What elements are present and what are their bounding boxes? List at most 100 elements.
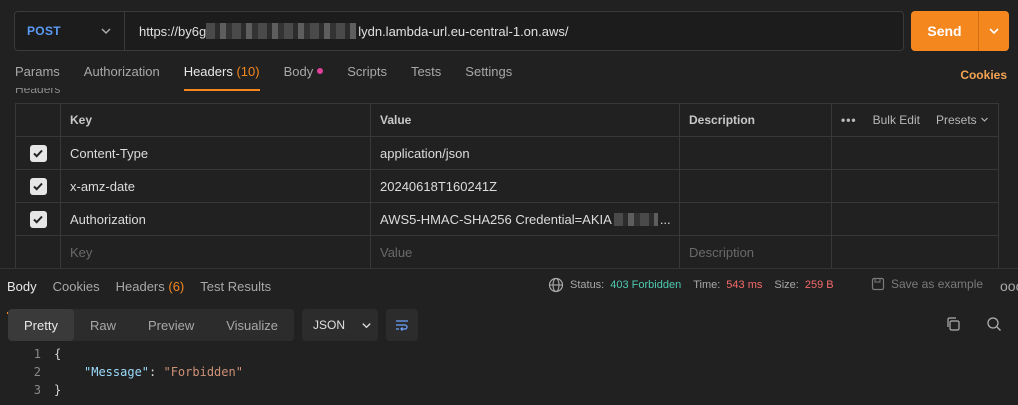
status-label: Status: — [570, 279, 605, 291]
request-tabs: Params Authorization Headers (10) Body S… — [15, 64, 512, 91]
code-text: } — [54, 383, 62, 397]
code-line: 2 "Message": "Forbidden" — [0, 363, 1018, 381]
json-key: "Message" — [84, 365, 150, 379]
bulk-edit-button[interactable]: Bulk Edit — [873, 113, 920, 127]
modified-dot — [317, 68, 324, 74]
key-cell[interactable]: Authorization — [60, 203, 370, 235]
format-label: JSON — [313, 318, 346, 332]
key-cell[interactable]: Content-Type — [60, 137, 370, 169]
row-check-cell — [15, 170, 60, 202]
tab-body-label: Body — [283, 64, 314, 79]
status-value[interactable]: 403 Forbidden — [610, 279, 681, 291]
time-value[interactable]: 543 ms — [726, 279, 762, 291]
response-tab-body[interactable]: Body — [7, 279, 37, 314]
response-tabs: Body Cookies Headers (6) Test Results — [7, 279, 271, 314]
response-tab-test-results[interactable]: Test Results — [200, 279, 271, 303]
globe-icon[interactable] — [548, 277, 564, 293]
header-check-cell — [15, 104, 60, 136]
url-redacted — [206, 23, 358, 39]
response-view-bar: Pretty Raw Preview Visualize JSON — [8, 309, 419, 341]
send-options-button[interactable] — [979, 25, 1009, 37]
check-icon — [33, 149, 43, 158]
table-row: Authorization AWS5-HMAC-SHA256 Credentia… — [15, 203, 999, 236]
value-text: AWS5-HMAC-SHA256 Credential=AKIA — [380, 211, 612, 227]
new-value-input[interactable]: Value — [370, 236, 679, 268]
value-ellipsis: ... — [659, 211, 671, 227]
view-visualize[interactable]: Visualize — [210, 309, 294, 341]
more-options-icon[interactable]: ••• — [841, 113, 857, 127]
row-checkbox[interactable] — [29, 210, 47, 228]
tab-settings[interactable]: Settings — [465, 64, 512, 88]
tab-headers-label: Headers — [183, 64, 233, 79]
code-line: 3 } — [0, 381, 1018, 399]
column-value: Value — [370, 104, 679, 136]
column-key: Key — [60, 104, 370, 136]
method-select[interactable]: POST — [15, 12, 125, 50]
tab-tests[interactable]: Tests — [411, 64, 441, 88]
search-icon[interactable] — [986, 316, 1002, 335]
description-cell[interactable] — [679, 203, 831, 235]
wrap-lines-icon — [396, 320, 409, 331]
table-row-new: Key Value Description — [15, 236, 999, 269]
chevron-down-icon — [100, 25, 112, 37]
row-action-cell — [831, 203, 999, 235]
value-cell[interactable]: AWS5-HMAC-SHA256 Credential=AKIA... — [370, 203, 679, 235]
row-check-cell — [15, 137, 60, 169]
method-label: POST — [27, 24, 61, 38]
check-icon — [33, 215, 43, 224]
table-row: x-amz-date 20240618T160241Z — [15, 170, 999, 203]
size-label: Size: — [774, 279, 799, 291]
table-header-row: Key Value Description ••• Bulk Edit Pres… — [15, 104, 999, 137]
view-preview[interactable]: Preview — [132, 309, 210, 341]
chevron-down-icon — [362, 322, 371, 328]
copy-icon[interactable] — [945, 316, 961, 335]
time-label: Time: — [693, 279, 721, 291]
view-pretty[interactable]: Pretty — [8, 309, 74, 341]
row-check-cell — [15, 236, 60, 268]
url-input[interactable]: https://by6g lydn.lambda-url.eu-central-1… — [125, 23, 569, 39]
headers-section-text: Headers — [15, 88, 61, 96]
view-raw[interactable]: Raw — [74, 309, 132, 341]
save-as-example-label: Save as example — [891, 277, 984, 291]
value-cell[interactable]: 20240618T160241Z — [370, 170, 679, 202]
response-tab-headers[interactable]: Headers (6) — [116, 279, 185, 303]
row-action-cell — [831, 137, 999, 169]
send-button[interactable]: Send — [911, 23, 978, 39]
tab-body[interactable]: Body — [284, 64, 324, 88]
tab-authorization[interactable]: Authorization — [84, 64, 160, 88]
presets-button[interactable]: Presets — [936, 113, 989, 127]
line-number: 1 — [33, 347, 41, 361]
response-headers-count: (6) — [168, 279, 185, 294]
save-icon — [871, 277, 885, 291]
row-action-cell — [831, 170, 999, 202]
key-cell[interactable]: x-amz-date — [60, 170, 370, 202]
tab-scripts[interactable]: Scripts — [347, 64, 387, 88]
new-key-input[interactable]: Key — [60, 236, 370, 268]
row-action-cell — [831, 236, 999, 268]
tab-params[interactable]: Params — [15, 64, 60, 88]
row-checkbox[interactable] — [29, 177, 47, 195]
cookies-link[interactable]: Cookies — [960, 68, 1007, 82]
wrap-lines-button[interactable] — [386, 309, 419, 341]
description-cell[interactable] — [679, 170, 831, 202]
format-select[interactable]: JSON — [302, 309, 379, 341]
url-prefix: https://by6g — [139, 24, 207, 39]
size-value[interactable]: 259 B — [805, 279, 834, 291]
response-header: Body Cookies Headers (6) Test Results St… — [0, 268, 1018, 314]
value-cell[interactable]: application/json — [370, 137, 679, 169]
new-description-input[interactable]: Description — [679, 236, 831, 268]
code-line: 1 { — [0, 345, 1018, 363]
description-cell[interactable] — [679, 137, 831, 169]
json-value: "Forbidden" — [163, 365, 243, 379]
more-options-icon[interactable]: ooo — [1000, 278, 1018, 294]
save-as-example-button[interactable]: Save as example — [871, 277, 983, 291]
headers-table: Key Value Description ••• Bulk Edit Pres… — [15, 103, 999, 269]
send-button-group: Send — [911, 11, 1009, 51]
headers-section-label: Headers — [15, 88, 155, 96]
response-body-code: 1 { 2 "Message": "Forbidden" 3 } — [0, 345, 1018, 399]
row-check-cell — [15, 203, 60, 235]
response-tab-cookies[interactable]: Cookies — [53, 279, 100, 303]
tab-headers[interactable]: Headers (10) — [183, 64, 260, 91]
row-checkbox[interactable] — [29, 144, 47, 162]
check-icon — [33, 182, 43, 191]
